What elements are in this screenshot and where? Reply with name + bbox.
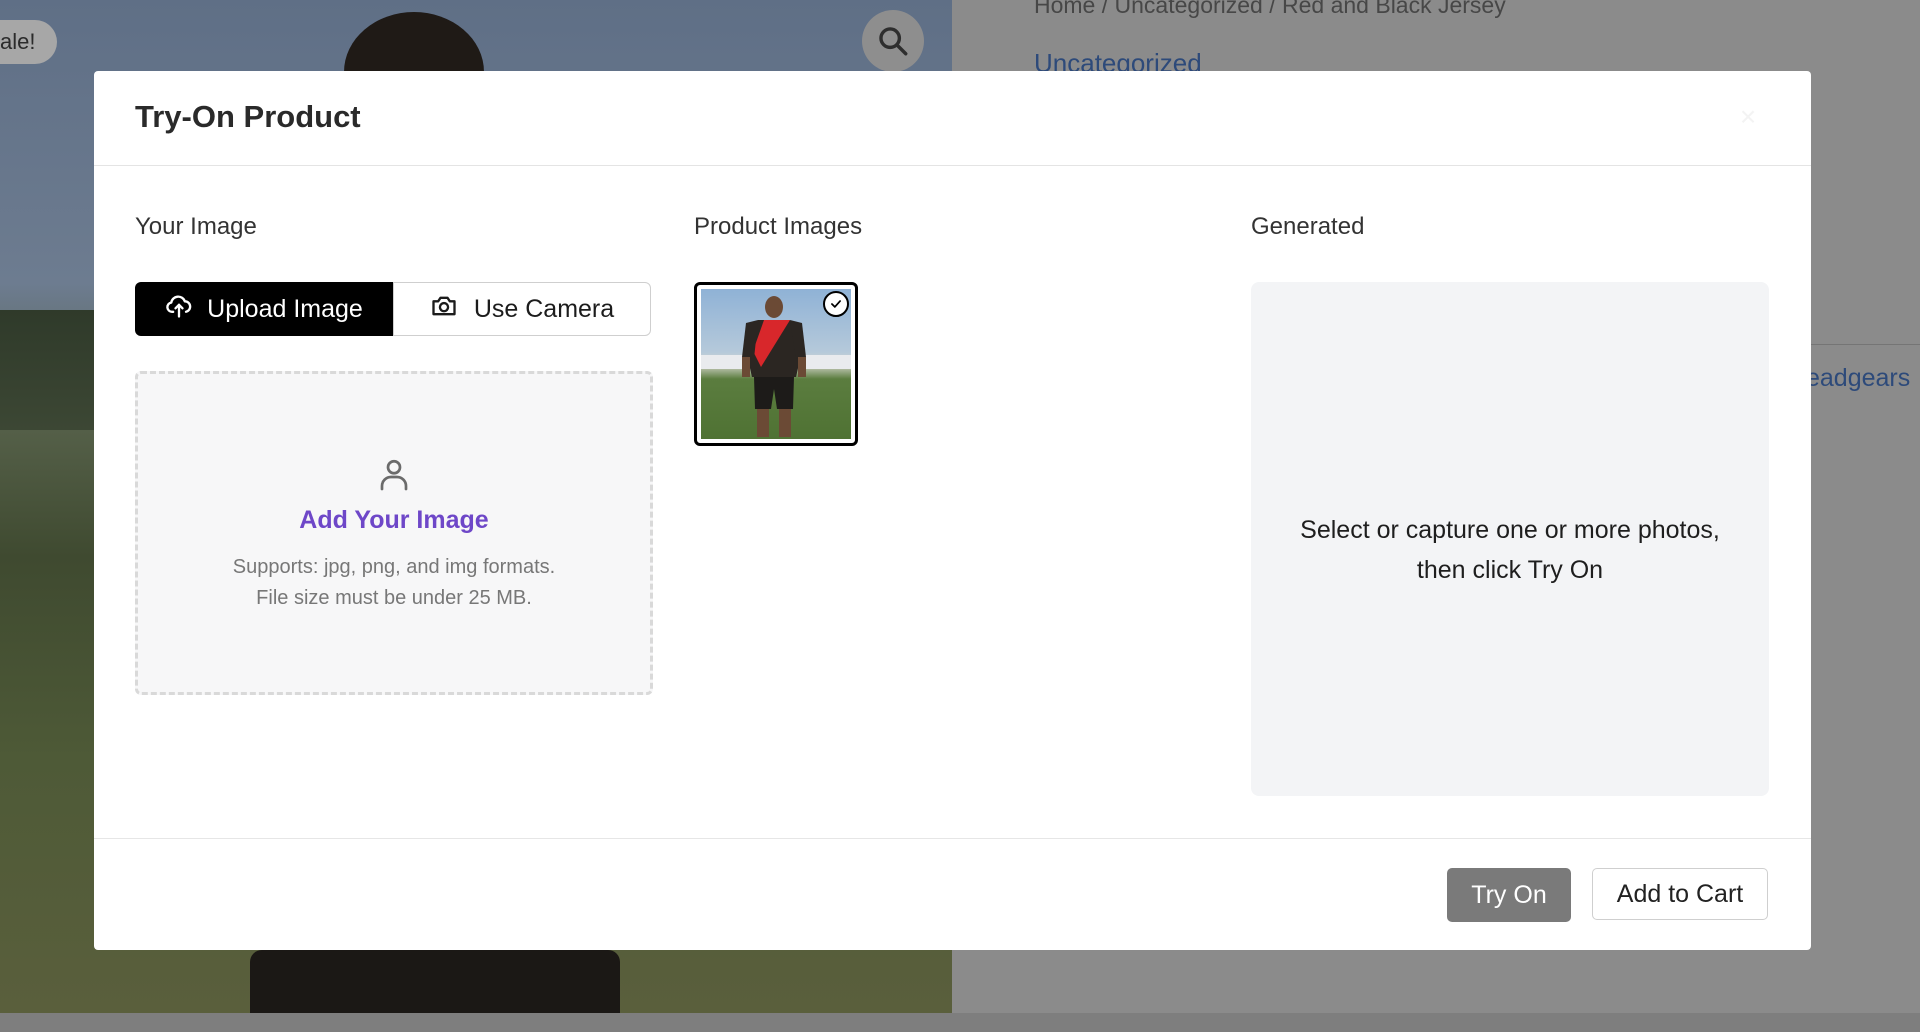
product-images-label: Product Images (694, 213, 863, 240)
modal-header: Try-On Product × (94, 71, 1811, 166)
divider (1810, 344, 1920, 345)
modal-footer-divider (94, 838, 1811, 839)
image-dropzone[interactable]: Add Your Image Supports: jpg, png, and i… (135, 371, 653, 695)
your-image-label: Your Image (135, 213, 257, 240)
use-camera-label: Use Camera (473, 294, 615, 323)
camera-icon (430, 292, 458, 327)
close-button[interactable]: × (1731, 99, 1765, 133)
use-camera-button[interactable]: Use Camera (393, 282, 651, 336)
generated-label: Generated (1251, 213, 1365, 240)
modal-title: Try-On Product (135, 99, 361, 134)
upload-image-label: Upload Image (207, 294, 363, 323)
user-icon (376, 456, 412, 492)
search-icon[interactable] (862, 10, 924, 72)
try-on-modal: Try-On Product × Your Image Upload Image… (94, 71, 1811, 950)
cloud-upload-icon (165, 292, 193, 327)
add-to-cart-button[interactable]: Add to Cart (1592, 868, 1768, 920)
breadcrumb[interactable]: Home / Uncategorized / Red and Black Jer… (1034, 0, 1506, 19)
try-on-button[interactable]: Try On (1447, 868, 1571, 922)
generated-message-line: Select or capture one or more photos, (1300, 516, 1720, 544)
dropzone-help-text: Supports: jpg, png, and img formats. Fil… (138, 552, 650, 614)
headgears-link[interactable]: eadgears (1806, 364, 1910, 393)
sale-badge: ale! (0, 20, 58, 64)
generated-message-line: then click Try On (1416, 556, 1604, 584)
generated-preview-panel: Select or capture one or more photos, th… (1251, 282, 1769, 796)
upload-image-button[interactable]: Upload Image (135, 282, 393, 336)
add-your-image-link[interactable]: Add Your Image (138, 506, 650, 535)
check-circle-icon (823, 291, 849, 317)
dropzone-help-line: Supports: jpg, png, and img formats. (232, 556, 556, 578)
generated-placeholder-text: Select or capture one or more photos, th… (1251, 510, 1769, 590)
dropzone-help-line: File size must be under 25 MB. (256, 587, 532, 609)
product-image-thumbnail[interactable] (694, 282, 858, 446)
